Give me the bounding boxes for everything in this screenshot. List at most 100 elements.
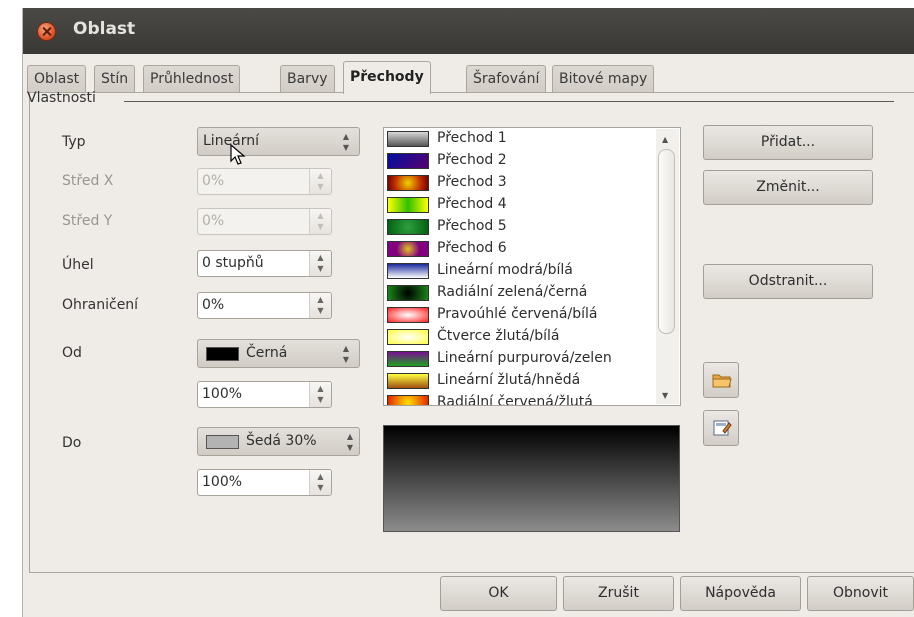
- list-item[interactable]: Radiální zelená/černá: [384, 282, 656, 304]
- spin-arrows-icon[interactable]: ▲ ▼: [309, 382, 331, 407]
- spin-arrows-icon[interactable]: ▲ ▼: [309, 169, 331, 194]
- list-item-label: Pravoúhlé červená/bílá: [437, 306, 598, 322]
- list-item-label: Přechod 5: [437, 218, 507, 234]
- ok-button[interactable]: OK: [440, 576, 557, 611]
- gradient-yellow-white-icon: [387, 329, 429, 345]
- title-bar: Oblast: [23, 8, 914, 54]
- ohraniceni-spin[interactable]: 0% ▲ ▼: [197, 292, 332, 319]
- list-item-label: Radiální zelená/černá: [437, 284, 588, 300]
- updown-arrows-icon: ▲ ▼: [342, 132, 350, 152]
- tab-oblast[interactable]: Oblast: [27, 65, 87, 93]
- ohraniceni-label: Ohraničení: [62, 297, 139, 313]
- do-intensity-value: 100%: [202, 474, 243, 490]
- list-item[interactable]: Lineární modrá/bílá: [384, 260, 656, 282]
- do-color-name: Šedá 30%: [246, 433, 317, 449]
- gradient-blue-purple-icon: [387, 153, 429, 169]
- stred-y-label: Střed Y: [62, 213, 113, 229]
- close-icon[interactable]: [37, 22, 56, 41]
- tab-barvy[interactable]: Barvy: [280, 65, 335, 93]
- list-item[interactable]: Pravoúhlé červená/bílá: [384, 304, 656, 326]
- stred-x-value: 0%: [202, 173, 225, 189]
- list-item[interactable]: Přechod 6: [384, 238, 656, 260]
- ok-button-label: OK: [488, 585, 509, 601]
- delete-button[interactable]: Odstranit...: [703, 264, 873, 299]
- uhel-spin[interactable]: 0 stupňů ▲ ▼: [197, 250, 332, 277]
- list-item[interactable]: Čtverce žlutá/bílá: [384, 326, 656, 348]
- spin-arrows-icon[interactable]: ▲ ▼: [309, 251, 331, 276]
- gradient-red-yellow-icon: [387, 395, 429, 405]
- list-item-label: Přechod 2: [437, 152, 507, 168]
- do-color-select[interactable]: Šedá 30% ▲ ▼: [197, 427, 360, 456]
- gradient-preview: [383, 425, 680, 532]
- scroll-down-icon[interactable]: ▼: [662, 391, 668, 400]
- list-item-label: Čtverce žlutá/bílá: [437, 328, 560, 344]
- load-gradient-button[interactable]: [703, 362, 739, 398]
- list-item[interactable]: Přechod 1: [384, 128, 656, 150]
- list-item[interactable]: Přechod 5: [384, 216, 656, 238]
- list-item-label: Lineární modrá/bílá: [437, 262, 573, 278]
- od-color-select[interactable]: Černá ▲ ▼: [197, 339, 360, 368]
- list-item[interactable]: Přechod 4: [384, 194, 656, 216]
- stred-x-spin[interactable]: 0% ▲ ▼: [197, 168, 332, 195]
- gradient-green-black-icon: [387, 285, 429, 301]
- tab-srafovani[interactable]: Šrafování: [466, 65, 547, 93]
- folder-open-icon: [712, 374, 732, 388]
- tab-stin[interactable]: Stín: [94, 65, 136, 93]
- cancel-button-label: Zrušit: [598, 585, 639, 601]
- list-item[interactable]: Lineární purpurová/zelen: [384, 348, 656, 370]
- spin-arrows-icon[interactable]: ▲ ▼: [309, 209, 331, 234]
- do-intensity-spin[interactable]: 100% ▲ ▼: [197, 469, 332, 496]
- gradient-purple-green-icon: [387, 351, 429, 367]
- od-label: Od: [62, 345, 82, 361]
- scroll-up-icon[interactable]: ▲: [662, 135, 668, 144]
- gradient-gray-icon: [387, 131, 429, 147]
- add-button-label: Přidat...: [760, 134, 816, 150]
- typ-select[interactable]: Lineární ▲ ▼: [197, 127, 360, 156]
- updown-arrows-icon: ▲ ▼: [346, 432, 354, 452]
- uhel-value: 0 stupňů: [202, 255, 264, 271]
- modify-button[interactable]: Změnit...: [703, 170, 873, 205]
- updown-arrows-icon: ▲ ▼: [342, 344, 350, 364]
- typ-label: Typ: [62, 134, 86, 150]
- list-item-label: Radiální červená/žlutá: [437, 394, 593, 406]
- gradient-purple-yellow-icon: [387, 241, 429, 257]
- tab-pruhlednost[interactable]: Průhlednost: [143, 65, 241, 93]
- list-item[interactable]: Přechod 2: [384, 150, 656, 172]
- group-divider: [124, 101, 894, 102]
- od-intensity-spin[interactable]: 100% ▲ ▼: [197, 381, 332, 408]
- reset-button-label: Obnovit: [832, 585, 888, 601]
- delete-button-label: Odstranit...: [748, 273, 828, 289]
- gradient-blue-white-icon: [387, 263, 429, 279]
- list-item-label: Lineární purpurová/zelen: [437, 350, 612, 366]
- tab-prechody[interactable]: Přechody: [343, 61, 431, 94]
- add-button[interactable]: Přidat...: [703, 125, 873, 160]
- window-title: Oblast: [73, 19, 136, 39]
- list-scrollbar[interactable]: ▲ ▼: [656, 129, 679, 404]
- list-item-label: Přechod 3: [437, 174, 507, 190]
- group-label-properties: Vlastnosti: [27, 90, 96, 106]
- do-label: Do: [62, 435, 82, 451]
- spin-arrows-icon[interactable]: ▲ ▼: [309, 293, 331, 318]
- gradient-list[interactable]: Přechod 1 Přechod 2 Přechod 3 Přechod 4 …: [383, 127, 681, 406]
- list-item[interactable]: Lineární žlutá/hnědá: [384, 370, 656, 392]
- save-gradient-button[interactable]: [703, 410, 739, 446]
- stred-x-label: Střed X: [62, 173, 114, 189]
- od-color-name: Černá: [246, 345, 288, 361]
- color-swatch: [206, 347, 239, 361]
- help-button[interactable]: Nápověda: [680, 576, 801, 611]
- list-item-label: Přechod 6: [437, 240, 507, 256]
- uhel-label: Úhel: [62, 257, 94, 273]
- list-item-label: Přechod 1: [437, 130, 507, 146]
- od-intensity-value: 100%: [202, 386, 243, 402]
- list-item[interactable]: Přechod 3: [384, 172, 656, 194]
- reset-button[interactable]: Obnovit: [807, 576, 914, 611]
- tab-bitove-mapy[interactable]: Bitové mapy: [552, 65, 655, 93]
- spin-arrows-icon[interactable]: ▲ ▼: [309, 470, 331, 495]
- cancel-button[interactable]: Zrušit: [563, 576, 674, 611]
- gradient-yellow-green-icon: [387, 197, 429, 213]
- list-item[interactable]: Radiální červená/žlutá: [384, 392, 656, 406]
- scrollbar-thumb[interactable]: [658, 149, 675, 334]
- gradient-green-icon: [387, 219, 429, 235]
- tab-bar: Oblast Stín Průhlednost Barvy Šrafování …: [23, 61, 914, 94]
- stred-y-spin[interactable]: 0% ▲ ▼: [197, 208, 332, 235]
